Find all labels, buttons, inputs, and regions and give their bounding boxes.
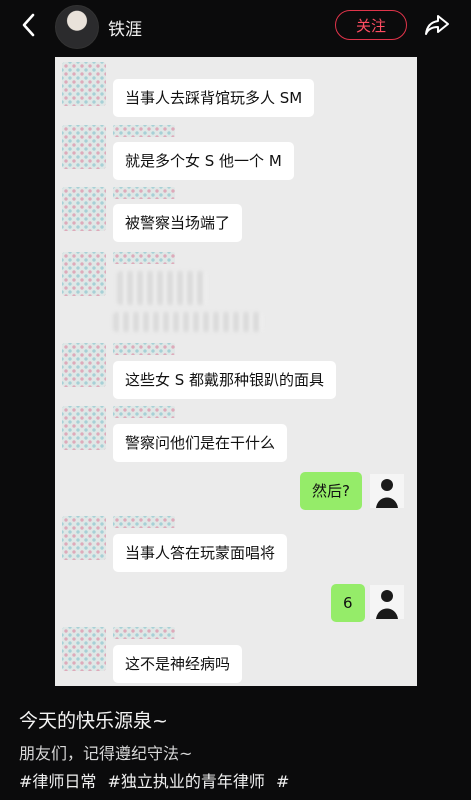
hashtag[interactable]: #独立执业的青年律师 xyxy=(108,772,265,791)
chat-bubble: 当事人去踩背馆玩多人 SM xyxy=(113,79,315,117)
sender-name xyxy=(113,516,175,528)
my-avatar xyxy=(370,474,404,508)
sender-avatar xyxy=(62,125,106,169)
sender-avatar xyxy=(62,343,106,387)
sender-avatar xyxy=(62,252,106,296)
back-icon[interactable] xyxy=(18,12,40,38)
avatar[interactable] xyxy=(55,5,99,49)
post-text: 朋友们，记得遵纪守法~ xyxy=(19,744,193,763)
chat-bubble: 被警察当场端了 xyxy=(113,204,243,242)
post-title: 今天的快乐源泉~ xyxy=(19,710,168,732)
my-chat-bubble: 然后? xyxy=(300,472,362,510)
share-icon[interactable] xyxy=(424,12,450,38)
sender-avatar xyxy=(62,516,106,560)
chat-screenshot: 当事人去踩背馆玩多人 SM 就是多个女 S 他一个 M 被警察当场端了 这些女 … xyxy=(55,57,417,686)
blurred-message xyxy=(113,312,263,332)
chat-bubble: 这不是神经病吗 xyxy=(113,645,243,683)
sender-name xyxy=(113,343,175,355)
sender-name xyxy=(113,252,175,264)
my-chat-bubble: 6 xyxy=(331,584,365,622)
chat-bubble: 就是多个女 S 他一个 M xyxy=(113,142,294,180)
sender-avatar xyxy=(62,187,106,231)
chat-bubble: 警察问他们是在干什么 xyxy=(113,424,288,462)
sender-name xyxy=(113,406,175,418)
chat-bubble: 这些女 S 都戴那种银趴的面具 xyxy=(113,361,337,399)
hashtag[interactable]: # xyxy=(276,772,289,791)
chat-bubble: 当事人答在玩蒙面唱将 xyxy=(113,534,288,572)
blurred-message xyxy=(117,271,207,305)
sender-name xyxy=(113,627,175,639)
sender-avatar xyxy=(62,62,106,106)
hashtags: #律师日常 #独立执业的青年律师 # xyxy=(19,768,295,792)
sender-name xyxy=(113,125,175,137)
sender-name xyxy=(113,187,175,199)
hashtag[interactable]: #律师日常 xyxy=(19,772,96,791)
sender-avatar xyxy=(62,627,106,671)
my-avatar xyxy=(370,585,404,619)
sender-avatar xyxy=(62,406,106,450)
top-bar: 铁涯 关注 xyxy=(0,0,471,52)
username[interactable]: 铁涯 xyxy=(108,15,142,40)
follow-button[interactable]: 关注 xyxy=(335,10,407,40)
